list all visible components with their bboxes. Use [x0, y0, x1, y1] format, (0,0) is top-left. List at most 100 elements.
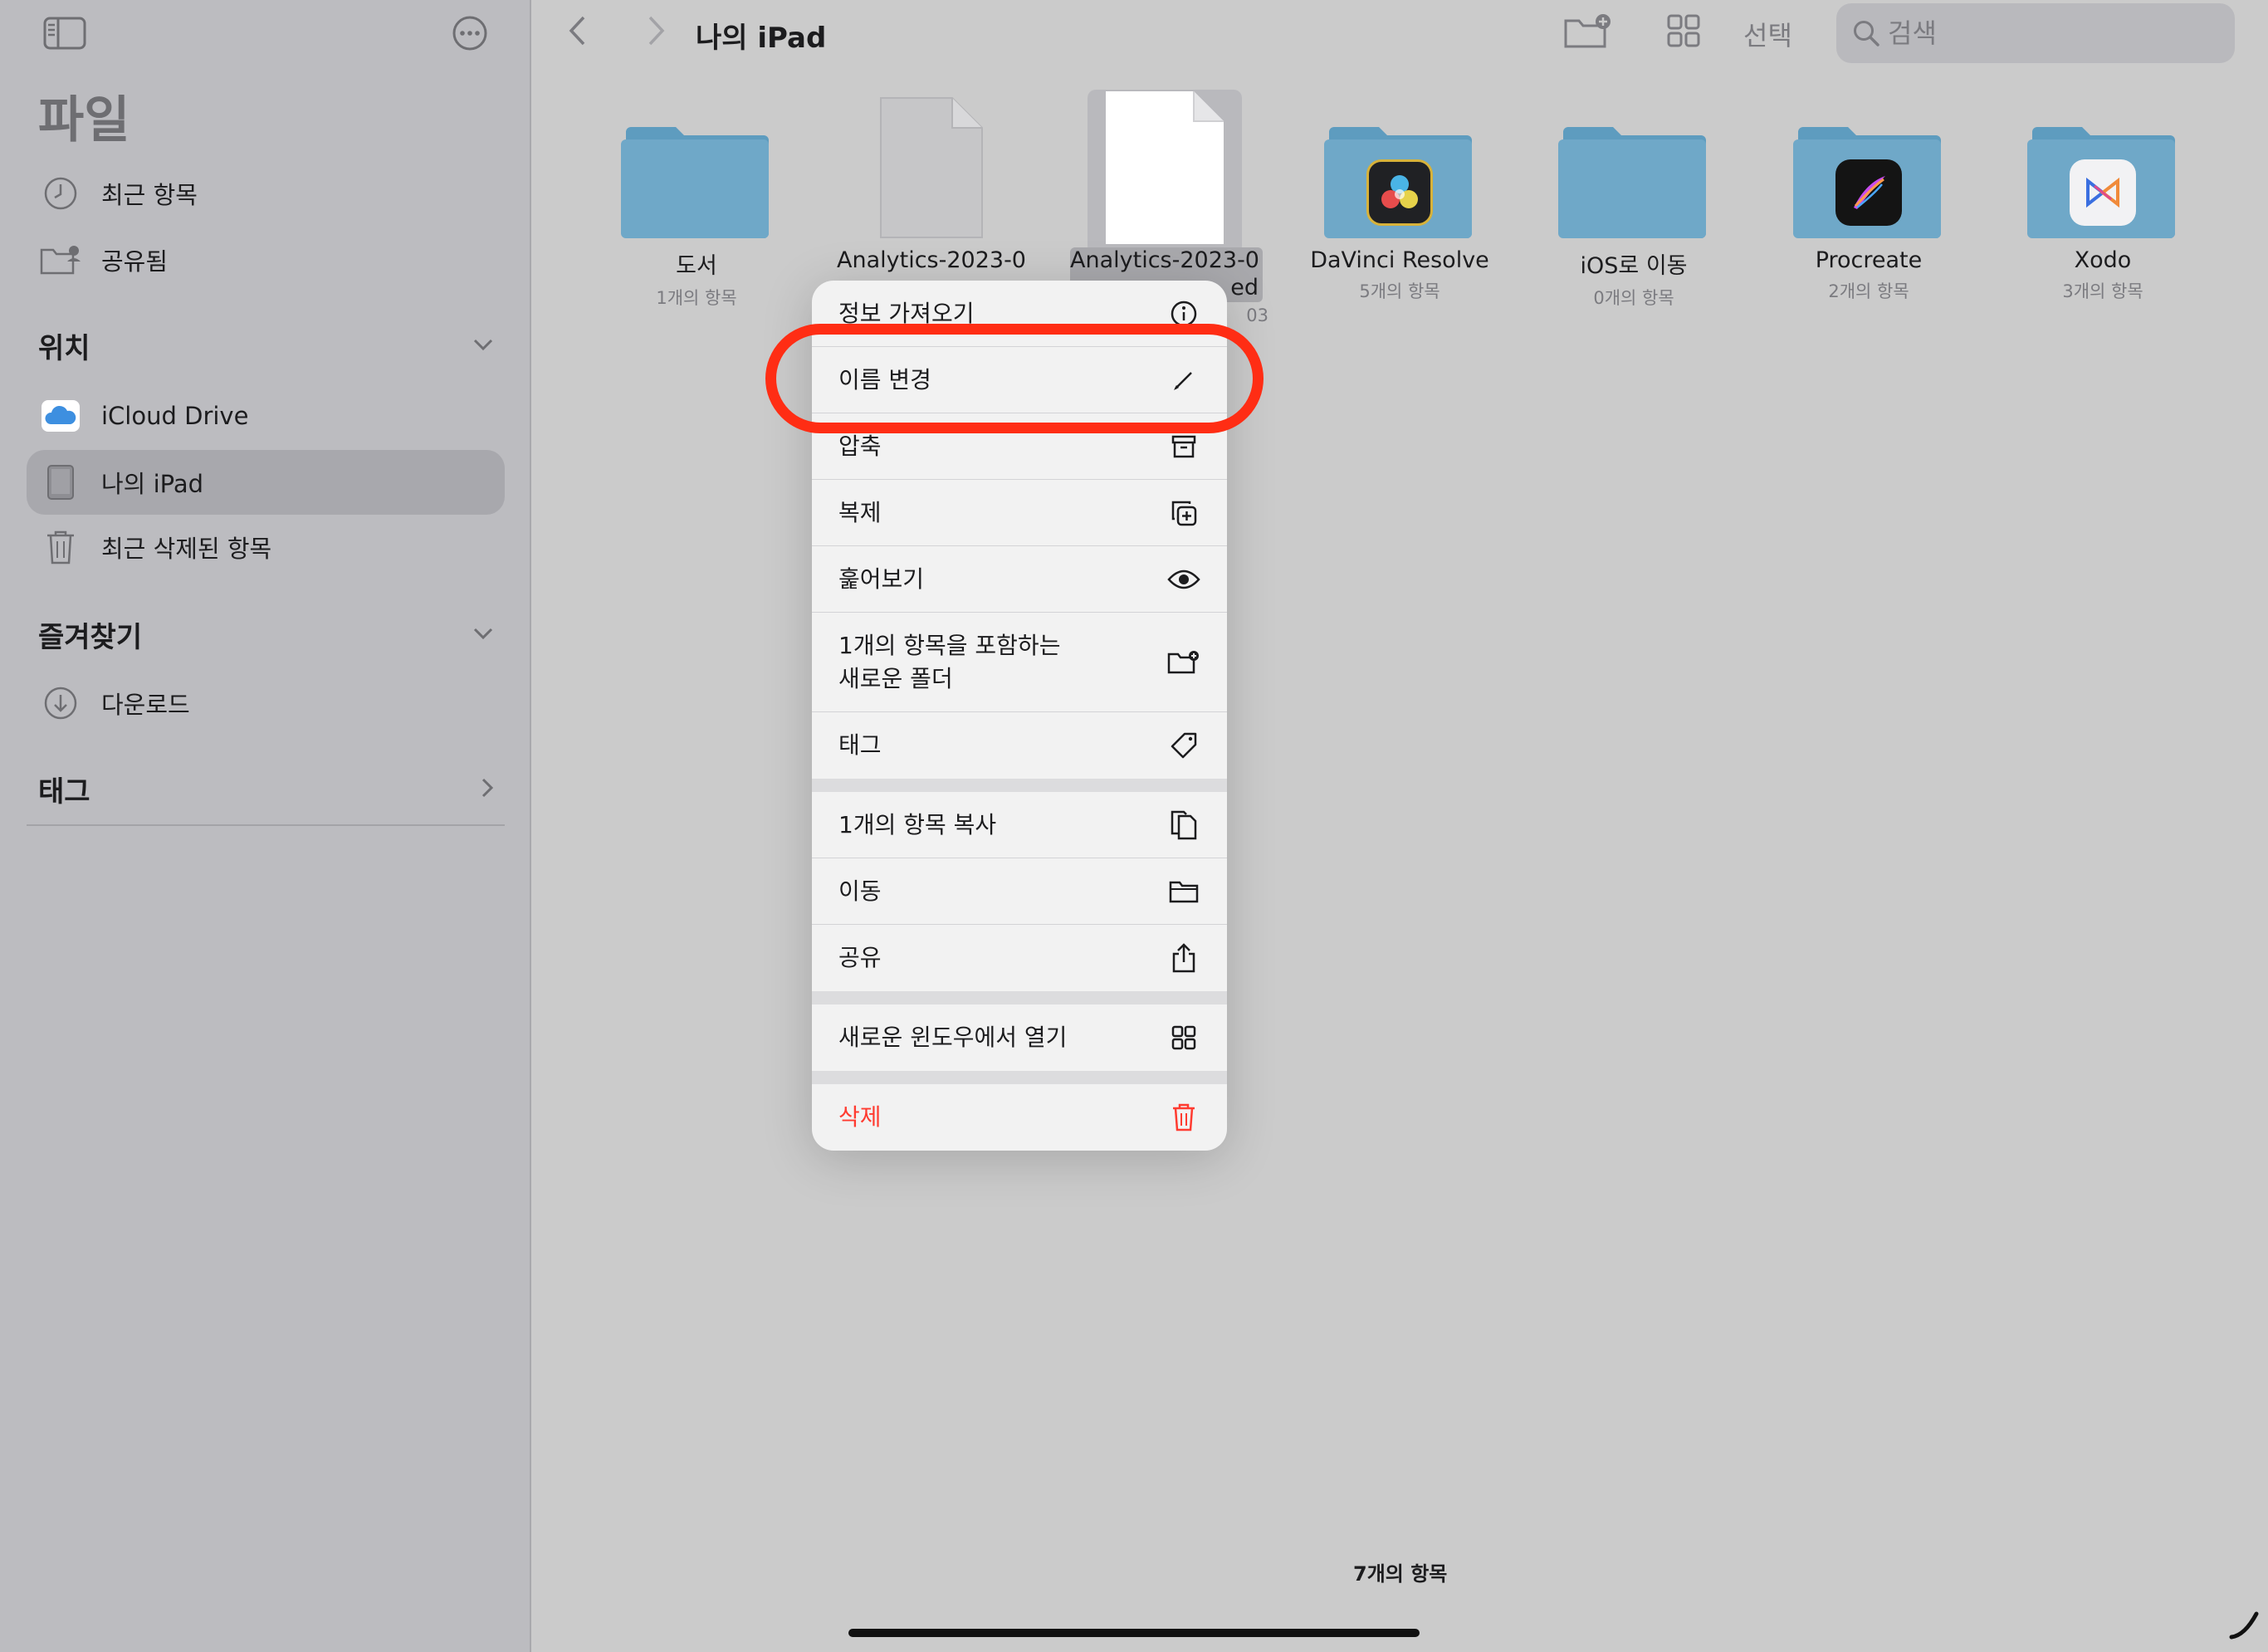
sidebar: 파일 최근 항목 공유됨 위치 iCloud Drive 나의 iPad 최근 … [0, 0, 531, 1652]
sidebar-item-my-ipad[interactable]: 나의 iPad [27, 450, 505, 515]
download-icon [38, 681, 83, 726]
item-subtitle: 1개의 항목 [656, 288, 737, 308]
grid-icon [1666, 13, 1701, 51]
sidebar-item-downloads[interactable]: 다운로드 [27, 671, 505, 736]
home-indicator[interactable] [848, 1629, 1420, 1637]
grid-item-folder[interactable]: iOS로 이동 0개의 항목 [1517, 83, 1751, 310]
menu-item-label-line1: 1개의 항목을 포함하는 [838, 631, 1061, 659]
search-icon [1850, 17, 1883, 50]
document-icon [814, 83, 1048, 241]
clock-icon [38, 171, 83, 216]
sidebar-item-icloud-drive[interactable]: iCloud Drive [27, 384, 505, 448]
section-tags[interactable]: 태그 [38, 769, 495, 809]
menu-separator [812, 991, 1227, 1004]
menu-item-label: 1개의 항목 복사 [838, 810, 997, 838]
grid-item-app-folder[interactable]: Xodo 3개의 항목 [1986, 83, 2220, 303]
menu-item-label: 훑어보기 [838, 565, 925, 593]
item-name: 도서 [676, 253, 717, 279]
davinci-resolve-icon [1366, 159, 1433, 226]
sidebar-item-recently-deleted[interactable]: 최근 삭제된 항목 [27, 515, 505, 579]
menu-item-label: 복제 [838, 498, 882, 526]
menu-item-quick-look[interactable]: 훑어보기 [812, 546, 1227, 613]
section-favorites[interactable]: 즐겨찾기 [38, 614, 495, 655]
back-button[interactable] [556, 12, 598, 53]
folder-icon [1986, 83, 2220, 241]
item-subtitle: 5개의 항목 [1359, 281, 1440, 301]
new-folder-button[interactable] [1562, 12, 1614, 53]
grid-item-folder[interactable]: 도서 1개의 항목 [579, 83, 814, 310]
menu-item-label: 이동 [838, 877, 882, 905]
menu-item-label: 1개의 항목을 포함하는 새로운 폴더 [838, 629, 1060, 696]
menu-item-label: 삭제 [838, 1103, 882, 1131]
item-name: iOS로 이동 [1580, 253, 1688, 279]
menu-item-delete[interactable]: 삭제 [812, 1084, 1227, 1151]
item-name: DaVinci Resolve [1310, 247, 1489, 273]
menu-item-duplicate[interactable]: 복제 [812, 480, 1227, 546]
search-field[interactable] [1836, 3, 2235, 63]
eye-icon [1167, 563, 1200, 596]
menu-item-label: 새로운 윈도우에서 열기 [838, 1024, 1068, 1051]
item-name: Procreate [1815, 247, 1923, 273]
menu-item-new-folder-with-item[interactable]: 1개의 항목을 포함하는 새로운 폴더 [812, 613, 1227, 712]
item-name: Analytics-2023-0 [837, 247, 1026, 273]
grid-item-app-folder[interactable]: DaVinci Resolve 5개의 항목 [1283, 83, 1517, 303]
ipad-icon [38, 460, 83, 505]
chevron-down-icon [472, 626, 495, 644]
section-heading: 위치 [38, 332, 90, 365]
grid-item-app-folder[interactable]: Procreate 2개의 항목 [1752, 83, 1986, 303]
folder-icon [1752, 83, 1986, 241]
item-subtitle: 3개의 항목 [2062, 281, 2143, 301]
sidebar-item-label: 나의 iPad [101, 470, 203, 498]
menu-item-label: 압축 [838, 432, 882, 460]
menu-item-label: 태그 [838, 731, 882, 759]
sidebar-item-label: iCloud Drive [101, 402, 249, 430]
menu-separator [812, 779, 1227, 792]
item-subtitle: 2개의 항목 [1828, 281, 1909, 301]
item-name: Analytics-2023-0 [1070, 247, 1259, 273]
menu-item-label-line2: 새로운 폴더 [838, 664, 953, 692]
chevron-down-icon [472, 337, 495, 355]
menu-item-label: 공유 [838, 944, 882, 971]
sidebar-item-recents[interactable]: 최근 항목 [27, 161, 505, 226]
forward-button[interactable] [636, 12, 677, 53]
sidebar-divider [27, 824, 505, 826]
view-options-button[interactable] [1665, 12, 1702, 53]
menu-item-open-new-window[interactable]: 새로운 윈도우에서 열기 [812, 1004, 1227, 1071]
sidebar-toggle-icon[interactable] [40, 15, 90, 51]
item-subtitle: 0개의 항목 [1593, 288, 1674, 308]
select-button[interactable]: 선택 [1743, 15, 1792, 53]
sidebar-item-shared[interactable]: 공유됨 [27, 227, 505, 292]
grid-item-document[interactable]: Analytics-2023-0 [814, 83, 1048, 273]
menu-item-move[interactable]: 이동 [812, 858, 1227, 925]
new-folder-icon [1563, 12, 1613, 52]
item-count: 7개의 항목 [1353, 1562, 1448, 1586]
new-folder-icon [1167, 646, 1200, 679]
xodo-icon [2070, 159, 2136, 226]
sidebar-item-label: 다운로드 [101, 691, 190, 719]
sidebar-item-label: 최근 항목 [101, 181, 198, 209]
chevron-left-icon [567, 14, 587, 51]
shared-folder-icon [38, 237, 83, 282]
archive-icon [1167, 430, 1200, 463]
menu-item-tags[interactable]: 태그 [812, 712, 1227, 779]
copy-icon [1167, 809, 1200, 842]
menu-separator [812, 1071, 1227, 1084]
pencil-hover-icon [2229, 1611, 2259, 1640]
folder-icon [1517, 83, 1751, 241]
chevron-right-icon [647, 14, 667, 51]
menu-item-copy[interactable]: 1개의 항목 복사 [812, 792, 1227, 858]
share-icon [1167, 941, 1200, 975]
duplicate-icon [1167, 496, 1200, 530]
search-input[interactable] [1888, 17, 2220, 49]
folder-icon [1283, 83, 1517, 241]
tag-icon [1167, 729, 1200, 762]
menu-item-share[interactable]: 공유 [812, 925, 1227, 991]
sidebar-title: 파일 [38, 91, 130, 149]
section-locations[interactable]: 위치 [38, 325, 495, 366]
more-options-icon[interactable] [445, 15, 495, 51]
chevron-right-icon [480, 776, 495, 803]
sidebar-item-label: 최근 삭제된 항목 [101, 535, 272, 563]
folder-icon [1167, 875, 1200, 908]
procreate-icon [1835, 159, 1902, 226]
trash-icon [1167, 1101, 1200, 1134]
